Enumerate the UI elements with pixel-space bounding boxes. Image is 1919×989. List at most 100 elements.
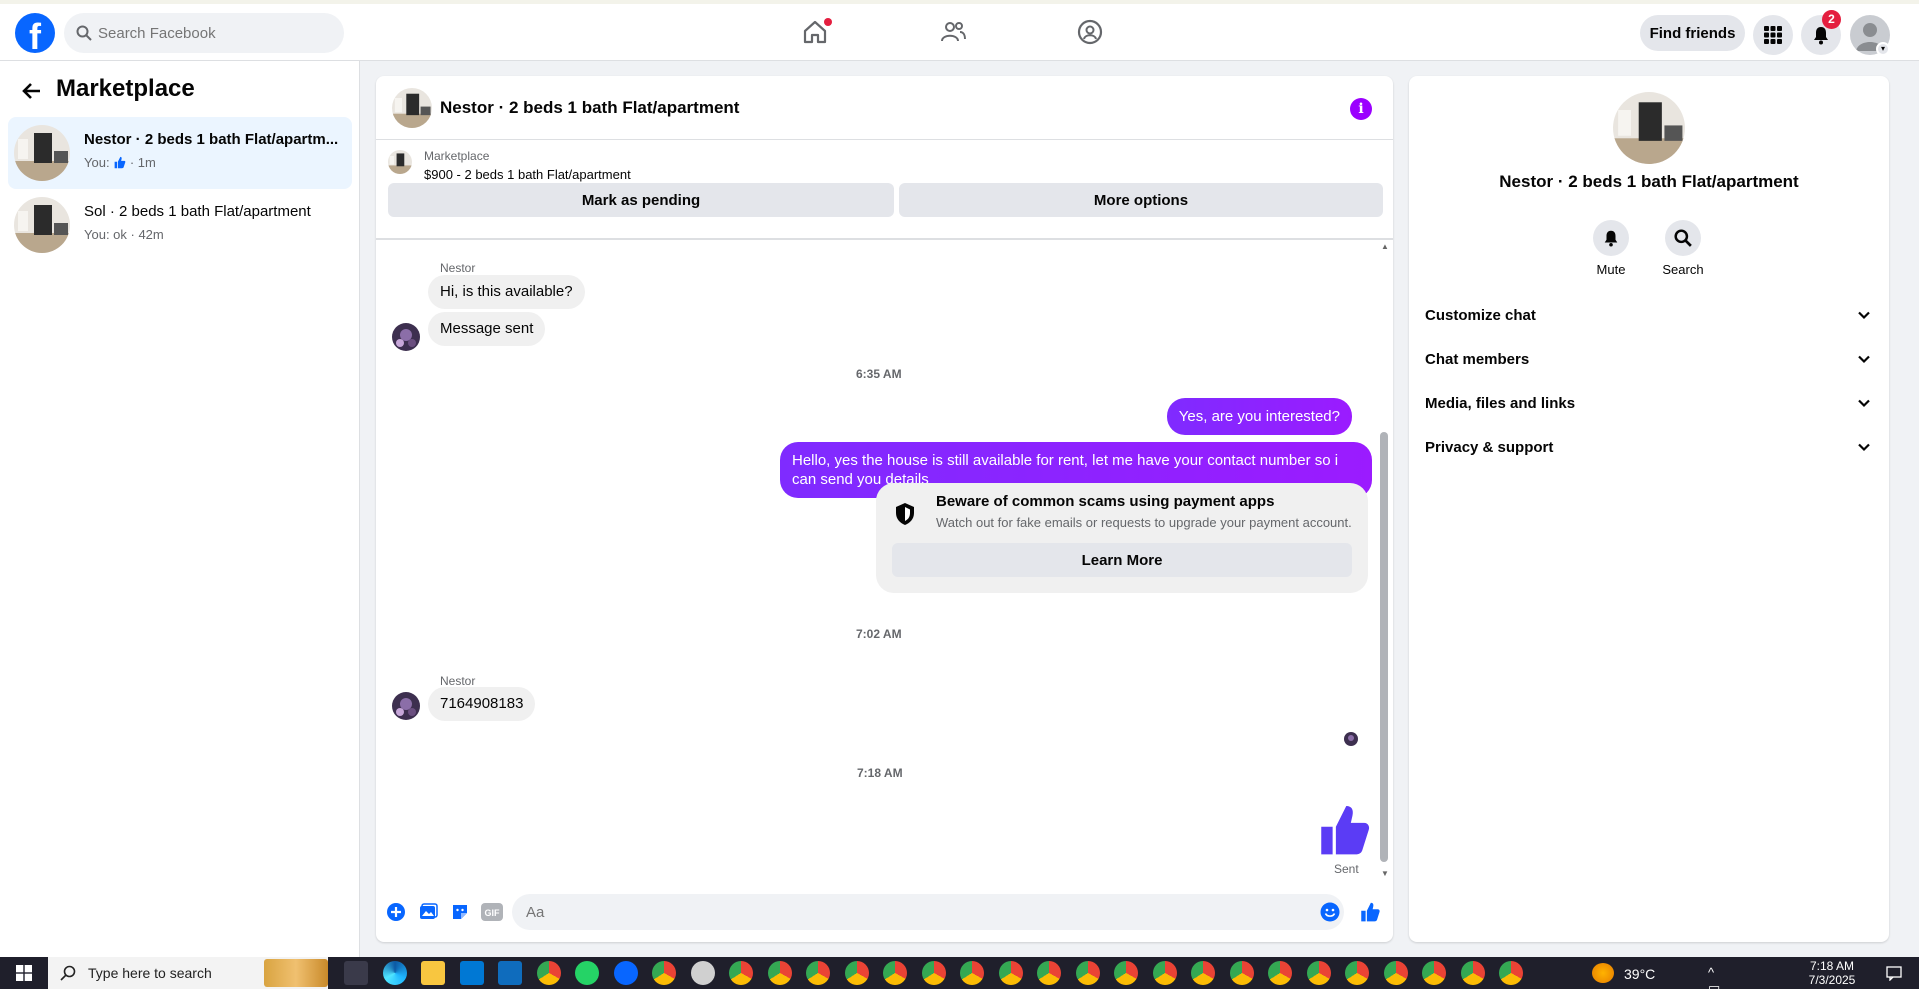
incoming-message[interactable]: 7164908183 <box>428 687 536 721</box>
emoji-icon[interactable] <box>1318 900 1342 924</box>
sticker-icon[interactable] <box>448 900 472 924</box>
sender-avatar[interactable] <box>392 323 420 351</box>
more-options-button[interactable]: More options <box>899 183 1383 217</box>
sender-name: Nestor <box>440 674 476 688</box>
facebook-app-icon[interactable] <box>613 961 638 985</box>
nav-friends[interactable] <box>898 10 1008 54</box>
mark-as-pending-button[interactable]: Mark as pending <box>388 183 894 217</box>
chevron-down-icon <box>1858 311 1870 320</box>
listing-mini-thumbnail[interactable] <box>388 150 412 174</box>
store-icon[interactable] <box>459 961 484 985</box>
large-thumbs-up-icon[interactable] <box>1318 804 1370 856</box>
chrome-icon[interactable] <box>729 961 753 985</box>
chrome-icon[interactable] <box>1114 961 1138 985</box>
chrome-icon[interactable] <box>1229 961 1254 985</box>
search-icon <box>1665 220 1701 256</box>
search-in-chat-button[interactable]: Search <box>1653 220 1713 277</box>
chat-members-row[interactable]: Chat members <box>1425 340 1881 380</box>
chrome-icon[interactable] <box>1499 961 1523 985</box>
chrome-icon[interactable] <box>844 961 869 985</box>
chrome-icon[interactable] <box>1268 961 1292 985</box>
search-label: Search <box>1662 262 1704 277</box>
scrollbar-thumb[interactable] <box>1380 432 1388 862</box>
nav-groups[interactable] <box>1035 10 1145 54</box>
like-send-icon[interactable] <box>1358 900 1382 924</box>
info-icon[interactable]: i <box>1350 98 1372 120</box>
taskbar-search-placeholder: Type here to search <box>88 965 212 981</box>
chat-title[interactable]: Nestor · 2 beds 1 bath Flat/apartment <box>440 98 739 118</box>
chrome-icon[interactable] <box>960 961 984 985</box>
chevron-down-icon <box>1858 443 1870 452</box>
search-input[interactable] <box>98 13 328 53</box>
chrome-icon[interactable] <box>1306 961 1331 985</box>
scroll-down-arrow-icon[interactable]: ▼ <box>1381 869 1389 878</box>
customize-chat-row[interactable]: Customize chat <box>1425 296 1881 336</box>
chrome-icon[interactable] <box>767 961 792 985</box>
chrome-icon[interactable] <box>921 961 946 985</box>
edge-icon[interactable] <box>382 961 407 985</box>
chrome-icon[interactable] <box>652 961 676 985</box>
chrome-icon[interactable] <box>1345 961 1369 985</box>
incoming-message[interactable]: Hi, is this available? <box>428 275 585 309</box>
listing-large-thumbnail[interactable] <box>1613 92 1685 164</box>
notification-badge: 2 <box>1822 10 1841 29</box>
listing-thumbnail <box>14 125 70 181</box>
notification-center-icon[interactable] <box>1886 965 1902 981</box>
listing-price[interactable]: $900 - 2 beds 1 bath Flat/apartment <box>424 167 631 182</box>
menu-button[interactable] <box>1753 15 1793 55</box>
plus-icon[interactable] <box>384 900 408 924</box>
windows-start-icon[interactable] <box>16 965 32 981</box>
temperature[interactable]: 39°C <box>1624 966 1655 982</box>
whatsapp-icon[interactable] <box>575 961 599 985</box>
nav-home[interactable] <box>760 10 870 54</box>
outgoing-message[interactable]: Yes, are you interested? <box>1166 398 1352 435</box>
conversation-item-nestor[interactable]: Nestor · 2 beds 1 bath Flat/apartm... Yo… <box>8 117 352 189</box>
listing-banner: Marketplace $900 - 2 beds 1 bath Flat/ap… <box>376 140 1393 240</box>
conversation-item-sol[interactable]: Sol · 2 beds 1 bath Flat/apartment You: … <box>8 189 352 261</box>
chrome-icon[interactable] <box>1037 961 1061 985</box>
chrome-icon[interactable] <box>1383 961 1408 985</box>
photo-icon[interactable] <box>416 900 440 924</box>
file-explorer-icon[interactable] <box>421 961 445 985</box>
facebook-logo[interactable]: f <box>15 13 55 53</box>
scroll-up-arrow-icon[interactable]: ▲ <box>1381 242 1389 251</box>
preview-suffix: · 1m <box>129 155 156 170</box>
chrome-icon[interactable] <box>1460 961 1485 985</box>
chrome-icon[interactable] <box>536 961 561 985</box>
mail-icon[interactable] <box>498 961 522 985</box>
chevron-down-icon <box>1858 355 1870 364</box>
task-view-icon[interactable] <box>344 961 368 985</box>
chat-header-thumbnail[interactable] <box>392 88 432 128</box>
media-files-links-row[interactable]: Media, files and links <box>1425 384 1881 424</box>
back-button[interactable] <box>18 77 46 105</box>
chrome-icon[interactable] <box>1191 961 1215 985</box>
find-friends-button[interactable]: Find friends <box>1640 15 1745 51</box>
message-scrollbar[interactable]: ▲ ▼ <box>1376 242 1393 882</box>
incoming-message[interactable]: Message sent <box>428 312 546 346</box>
chrome-icon[interactable] <box>1075 961 1100 985</box>
search-box[interactable] <box>64 13 344 53</box>
chrome-icon[interactable] <box>1422 961 1446 985</box>
gif-label: GIF <box>485 908 501 918</box>
system-tray-icons[interactable]: ^ ▭ ◫ ◁) <box>1708 965 1734 989</box>
learn-more-button[interactable]: Learn More <box>892 543 1352 577</box>
timestamp: 7:18 AM <box>857 766 903 780</box>
app-icon[interactable] <box>690 961 715 985</box>
privacy-support-row[interactable]: Privacy & support <box>1425 428 1881 468</box>
chrome-icon[interactable] <box>998 961 1023 985</box>
conversation-preview: You: ok · 42m <box>84 227 164 242</box>
mute-button[interactable]: Mute <box>1581 220 1641 277</box>
chrome-icon[interactable] <box>1152 961 1177 985</box>
chrome-icon[interactable] <box>806 961 830 985</box>
row-label: Privacy & support <box>1425 439 1554 456</box>
gif-icon[interactable]: GIF <box>480 900 504 924</box>
message-input[interactable] <box>512 894 1344 930</box>
conversation-name: Nestor · 2 beds 1 bath Flat/apartm... <box>84 131 339 148</box>
taskbar-search[interactable]: Type here to search <box>48 957 328 989</box>
sender-avatar[interactable] <box>392 692 420 720</box>
clock[interactable]: 7:18 AM 7/3/2025 <box>1800 959 1864 987</box>
listing-source-label: Marketplace <box>424 149 490 163</box>
chevron-down-icon[interactable]: ▾ <box>1876 42 1890 56</box>
weather-icon[interactable] <box>1592 963 1614 983</box>
chrome-icon[interactable] <box>883 961 907 985</box>
